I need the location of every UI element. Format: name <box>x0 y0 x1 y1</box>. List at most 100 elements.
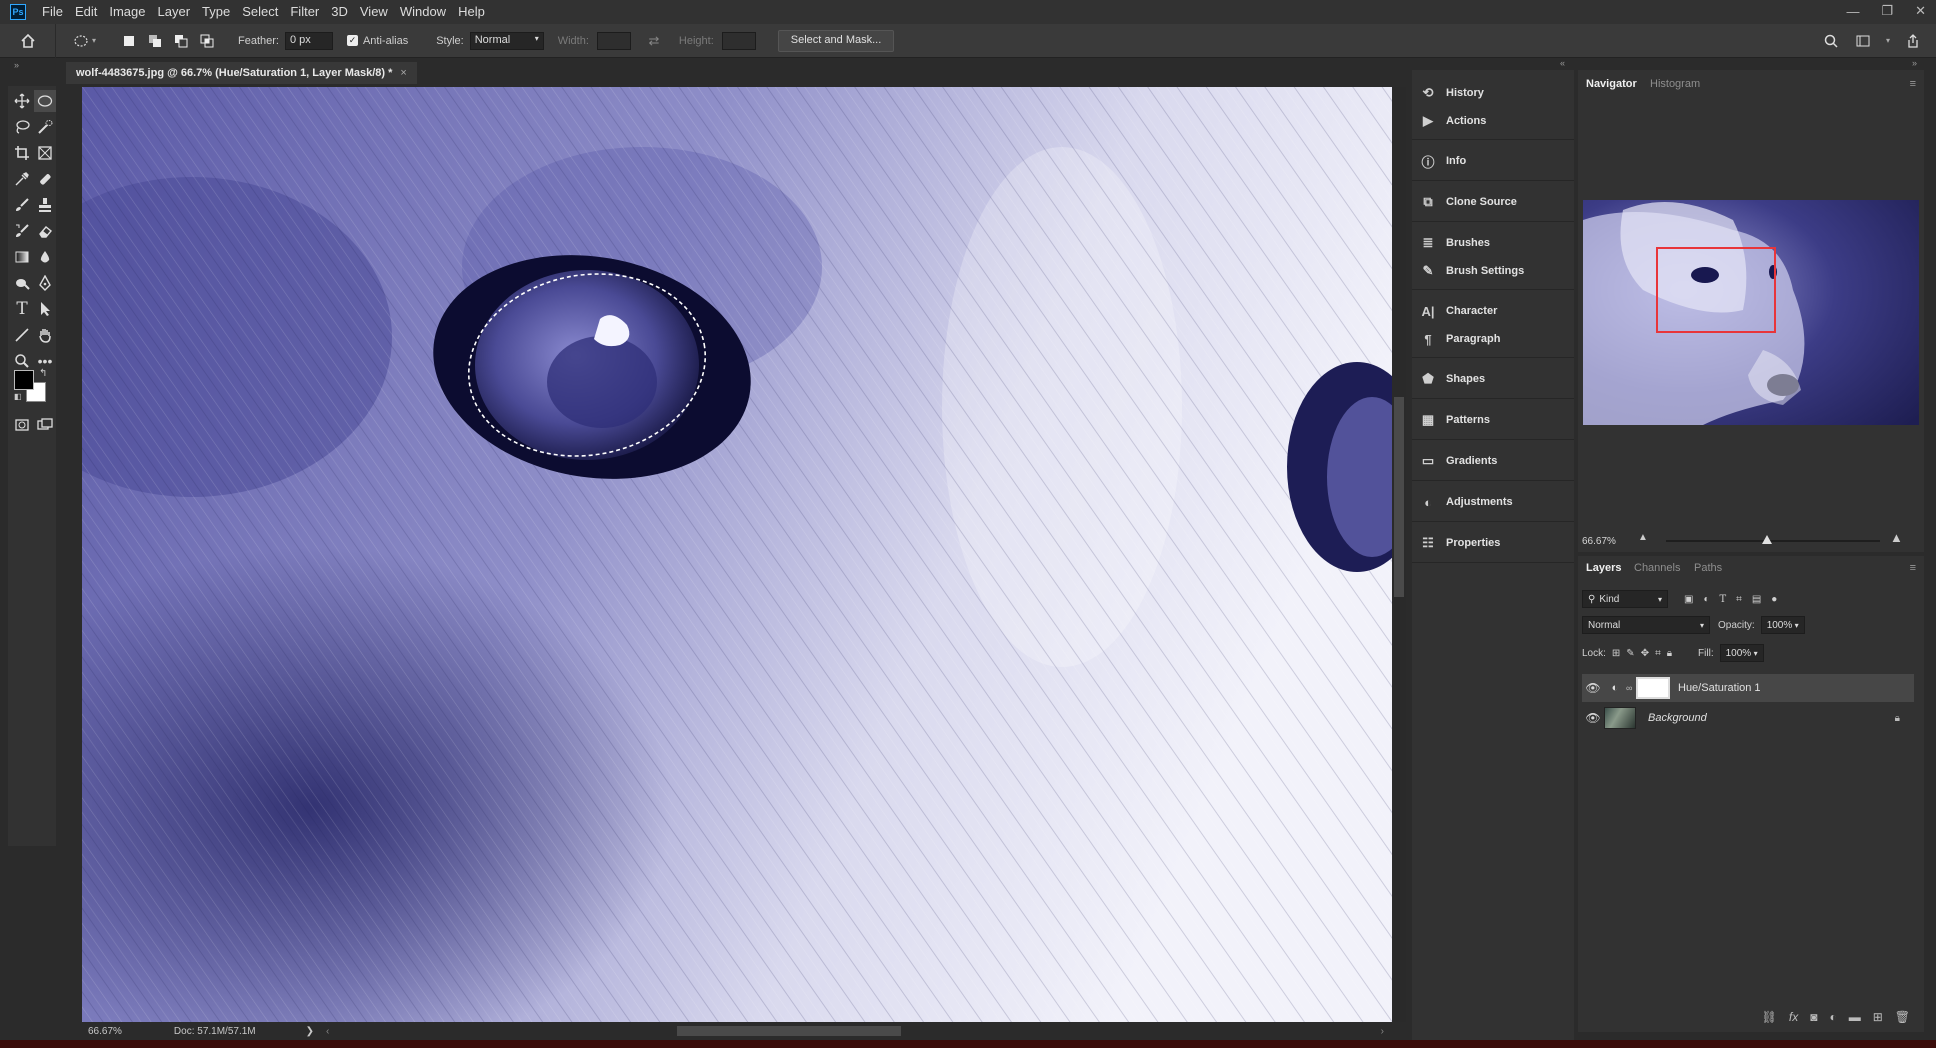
strip-gradients[interactable]: ▭ Gradients <box>1420 450 1498 472</box>
lock-all-icon[interactable]: 🔒︎ <box>1667 648 1672 659</box>
menu-window[interactable]: Window <box>394 0 452 24</box>
delete-layer-icon[interactable]: 🗑︎ <box>1895 1010 1910 1024</box>
panel-menu-icon[interactable]: ≡ <box>1910 78 1916 90</box>
vertical-scrollbar[interactable] <box>1392 87 1406 1022</box>
clone-stamp-tool-icon[interactable] <box>34 194 56 216</box>
tab-layers[interactable]: Layers <box>1586 562 1621 574</box>
strip-patterns[interactable]: ▦ Patterns <box>1420 409 1490 431</box>
swap-colors-icon[interactable]: ↰ <box>39 368 47 379</box>
eyedropper-tool-icon[interactable] <box>11 168 33 190</box>
tab-channels[interactable]: Channels <box>1634 562 1680 574</box>
strip-brush-settings[interactable]: ✎ Brush Settings <box>1420 260 1525 282</box>
pen-tool-icon[interactable] <box>34 272 56 294</box>
strip-shapes[interactable]: ⬟ Shapes <box>1420 368 1485 390</box>
layer-row-background[interactable]: 👁︎ Background 🔒︎ <box>1582 704 1914 732</box>
menu-help[interactable]: Help <box>452 0 491 24</box>
visibility-eye-icon[interactable]: 👁︎ <box>1582 711 1604 725</box>
horizontal-scroll-thumb[interactable] <box>677 1026 901 1036</box>
subtract-selection-icon[interactable] <box>172 32 190 50</box>
document-tab[interactable]: wolf-4483675.jpg @ 66.7% (Hue/Saturation… <box>66 62 417 84</box>
filter-shape-icon[interactable]: ⌗ <box>1736 594 1742 605</box>
collapse-toolbar-icon[interactable]: » <box>14 60 19 70</box>
menu-3d[interactable]: 3D <box>325 0 354 24</box>
default-colors-icon[interactable]: ◧ <box>14 392 22 401</box>
hand-tool-icon[interactable] <box>34 324 56 346</box>
menu-view[interactable]: View <box>354 0 394 24</box>
strip-properties[interactable]: ☷ Properties <box>1420 532 1500 554</box>
gradient-tool-icon[interactable] <box>11 246 33 268</box>
navigator-view-box[interactable] <box>1656 247 1776 333</box>
restore-button[interactable]: ❐ <box>1881 3 1893 19</box>
filter-pixel-icon[interactable]: ▣ <box>1684 594 1693 605</box>
strip-character[interactable]: A| Character <box>1420 300 1497 322</box>
tab-navigator[interactable]: Navigator <box>1586 78 1637 90</box>
zoom-out-icon[interactable]: ▲ <box>1638 532 1648 543</box>
status-menu-arrow[interactable]: ❯ <box>306 1026 314 1037</box>
search-icon[interactable] <box>1822 32 1840 50</box>
menu-type[interactable]: Type <box>196 0 236 24</box>
strip-brushes[interactable]: ≣ Brushes <box>1420 232 1490 254</box>
close-window-button[interactable]: ✕ <box>1915 3 1926 19</box>
menu-edit[interactable]: Edit <box>69 0 103 24</box>
quick-mask-icon[interactable] <box>11 414 33 436</box>
lock-image-icon[interactable]: ✎ <box>1626 648 1634 659</box>
layer-row-hue-saturation[interactable]: 👁︎ ◐ ∞ Hue/Saturation 1 <box>1582 674 1914 702</box>
layer-style-icon[interactable]: fx <box>1789 1010 1798 1024</box>
antialias-checkbox[interactable]: ✓ <box>346 35 358 46</box>
strip-history[interactable]: ⟲ History <box>1420 82 1484 104</box>
layer-filter-select[interactable]: ⚲ Kind ▾ <box>1582 590 1668 608</box>
menu-filter[interactable]: Filter <box>284 0 325 24</box>
document-canvas[interactable] <box>82 87 1392 1022</box>
quick-selection-tool-icon[interactable] <box>34 116 56 138</box>
tab-paths[interactable]: Paths <box>1694 562 1722 574</box>
width-input[interactable] <box>596 31 631 50</box>
add-mask-icon[interactable]: ◙ <box>1810 1010 1817 1024</box>
line-tool-icon[interactable] <box>11 324 33 346</box>
elliptical-marquee-tool-icon[interactable] <box>34 90 56 112</box>
navigator-zoom-value[interactable]: 66.67% <box>1582 536 1616 547</box>
lock-artboard-icon[interactable]: ⌗ <box>1655 648 1661 659</box>
strip-adjustments[interactable]: ◐ Adjustments <box>1420 491 1513 513</box>
fill-input[interactable]: 100% ▾ <box>1719 644 1764 662</box>
path-selection-tool-icon[interactable] <box>34 298 56 320</box>
filter-smart-object-icon[interactable]: ▤ <box>1752 594 1761 605</box>
menu-image[interactable]: Image <box>103 0 151 24</box>
collapse-panels-icon[interactable]: » <box>1912 58 1917 68</box>
scroll-left-icon[interactable]: ‹ <box>326 1026 329 1037</box>
type-tool-icon[interactable]: T <box>11 298 33 320</box>
strip-paragraph[interactable]: ¶ Paragraph <box>1420 328 1500 350</box>
brush-tool-icon[interactable] <box>11 194 33 216</box>
zoom-tool-icon[interactable] <box>11 350 33 372</box>
home-icon[interactable] <box>19 32 37 50</box>
crop-tool-icon[interactable] <box>11 142 33 164</box>
vertical-scroll-thumb[interactable] <box>1394 397 1404 597</box>
strip-clone-source[interactable]: ⧉ Clone Source <box>1420 191 1517 213</box>
mask-link-icon[interactable]: ∞ <box>1626 683 1636 693</box>
dodge-tool-icon[interactable] <box>11 272 33 294</box>
new-layer-icon[interactable]: ⊞ <box>1873 1010 1883 1024</box>
new-adjustment-icon[interactable]: ◐ <box>1829 1010 1836 1024</box>
blend-mode-select[interactable]: Normal ▾ <box>1582 616 1710 634</box>
elliptical-marquee-preset-icon[interactable] <box>72 32 90 50</box>
chevron-down-icon[interactable]: ▾ <box>92 36 96 45</box>
zoom-slider-track[interactable] <box>1666 540 1880 542</box>
panel-menu-icon[interactable]: ≡ <box>1910 562 1916 574</box>
blur-tool-icon[interactable] <box>34 246 56 268</box>
filter-toggle-icon[interactable]: ● <box>1771 594 1777 605</box>
minimize-button[interactable]: — <box>1846 4 1859 19</box>
status-zoom[interactable]: 66.67% <box>88 1026 122 1037</box>
add-selection-icon[interactable] <box>146 32 164 50</box>
chevron-down-icon[interactable]: ▾ <box>1886 36 1890 45</box>
filter-adjustment-icon[interactable]: ◐ <box>1703 594 1709 605</box>
eraser-tool-icon[interactable] <box>34 220 56 242</box>
strip-actions[interactable]: ▶ Actions <box>1420 110 1486 132</box>
height-input[interactable] <box>721 31 756 50</box>
swap-icon[interactable]: ⇄ <box>645 32 663 50</box>
layer-mask-thumbnail[interactable] <box>1636 677 1670 699</box>
link-layers-icon[interactable]: ⛓︎ <box>1762 1010 1777 1024</box>
feather-input[interactable]: 0 px <box>284 31 333 50</box>
foreground-color-swatch[interactable] <box>14 370 34 390</box>
frame-tool-icon[interactable] <box>34 142 56 164</box>
layer-thumbnail[interactable] <box>1604 707 1636 729</box>
visibility-eye-icon[interactable]: 👁︎ <box>1582 681 1604 695</box>
